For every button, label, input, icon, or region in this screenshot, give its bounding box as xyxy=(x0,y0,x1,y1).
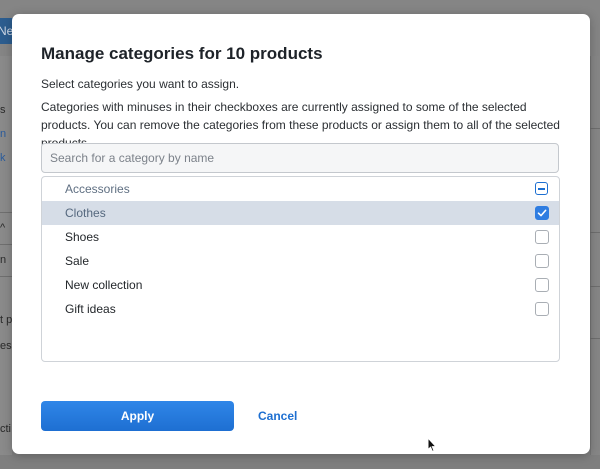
background-fragment: ^ xyxy=(0,222,6,234)
category-list: Accessories Clothes Shoes Sale New colle… xyxy=(41,176,560,362)
background-fragment: n xyxy=(0,128,7,140)
background-fragment: n xyxy=(0,254,7,266)
category-item-clothes[interactable]: Clothes xyxy=(42,201,559,225)
checkbox[interactable] xyxy=(535,302,549,316)
dialog-title: Manage categories for 10 products xyxy=(41,44,323,63)
background-fragment: k xyxy=(0,152,6,164)
mouse-pointer-icon xyxy=(427,437,437,453)
category-label: Clothes xyxy=(65,206,106,220)
category-label: New collection xyxy=(65,278,143,292)
category-label: Sale xyxy=(65,254,90,268)
checkmark-icon[interactable] xyxy=(535,206,549,220)
background-right-column xyxy=(590,56,600,469)
manage-categories-dialog: Manage categories for 10 products Select… xyxy=(12,14,590,454)
category-search-input[interactable] xyxy=(41,143,559,173)
background-divider xyxy=(0,244,12,245)
checkbox[interactable] xyxy=(535,278,549,292)
background-divider xyxy=(0,212,12,213)
category-label: Accessories xyxy=(65,182,130,196)
background-divider xyxy=(590,338,600,339)
cancel-button[interactable]: Cancel xyxy=(258,406,297,426)
category-item-shoes[interactable]: Shoes xyxy=(42,225,559,249)
apply-button[interactable]: Apply xyxy=(41,401,234,431)
background-fragment: cti xyxy=(0,423,11,435)
checkbox[interactable] xyxy=(535,230,549,244)
background-fragment: s xyxy=(0,104,6,116)
background-divider xyxy=(590,286,600,287)
category-item-gift-ideas[interactable]: Gift ideas xyxy=(42,297,559,321)
category-label: Gift ideas xyxy=(65,302,116,316)
background-fragment: t p xyxy=(0,314,12,326)
category-item-accessories[interactable]: Accessories xyxy=(42,177,559,201)
category-item-new-collection[interactable]: New collection xyxy=(42,273,559,297)
background-divider xyxy=(590,128,600,129)
background-divider xyxy=(590,232,600,233)
background-fragment: es xyxy=(0,340,12,352)
category-item-sale[interactable]: Sale xyxy=(42,249,559,273)
background-bottom-strip xyxy=(0,455,600,469)
category-label: Shoes xyxy=(65,230,100,244)
background-divider xyxy=(0,276,12,277)
dialog-subtitle: Select categories you want to assign. xyxy=(41,77,240,91)
minus-icon[interactable] xyxy=(535,182,548,195)
checkbox[interactable] xyxy=(535,254,549,268)
